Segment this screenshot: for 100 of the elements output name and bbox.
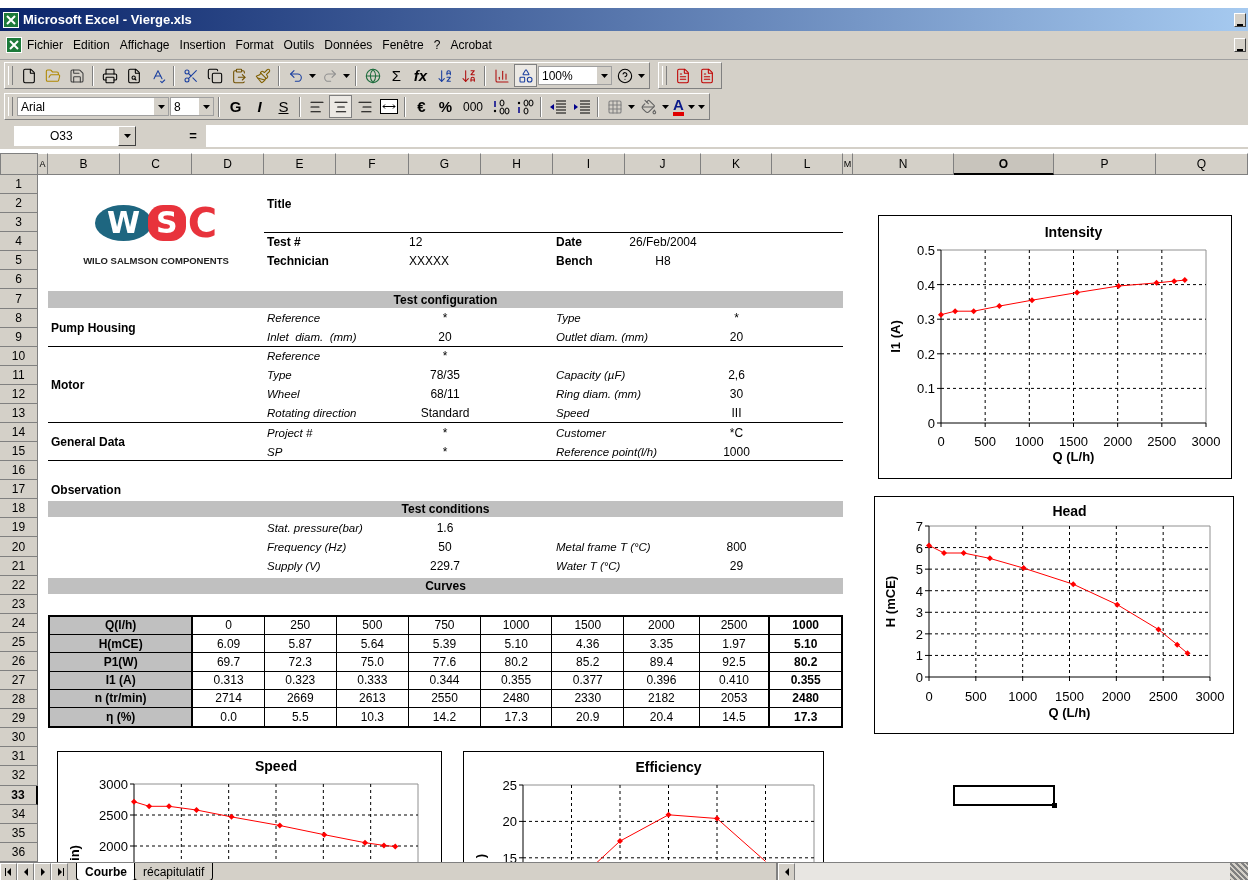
column-header[interactable]: E: [264, 153, 336, 175]
row-header[interactable]: 23: [0, 594, 38, 614]
first-sheet-button[interactable]: [0, 863, 17, 880]
column-header[interactable]: J: [625, 153, 701, 175]
cell-cursor[interactable]: [953, 784, 1055, 806]
font-size-dropdown[interactable]: 8: [170, 97, 214, 116]
minimize-button[interactable]: [1234, 38, 1246, 52]
row-header[interactable]: 12: [0, 384, 38, 404]
row-header[interactable]: 24: [0, 613, 38, 633]
zoom-dropdown[interactable]: 100%: [538, 66, 612, 85]
shapes-button[interactable]: [514, 64, 537, 87]
row-header[interactable]: 8: [0, 308, 38, 328]
row-header[interactable]: 26: [0, 651, 38, 672]
autosum-button[interactable]: Σ: [385, 64, 408, 87]
sheet-tab[interactable]: récapitulatif: [134, 863, 214, 880]
row-header[interactable]: 16: [0, 461, 38, 481]
menu-item[interactable]: Affichage: [114, 36, 175, 54]
column-header[interactable]: O: [954, 153, 1054, 175]
row-header[interactable]: 17: [0, 480, 38, 500]
horizontal-scrollbar[interactable]: [776, 863, 1248, 880]
row-header[interactable]: 5: [0, 251, 38, 271]
bold-button[interactable]: G: [224, 95, 247, 118]
row-header[interactable]: 22: [0, 575, 38, 595]
menu-item[interactable]: Outils: [278, 36, 320, 54]
row-header[interactable]: 13: [0, 403, 38, 423]
row-header[interactable]: 31: [0, 747, 38, 767]
scroll-left-button[interactable]: [778, 863, 795, 880]
next-sheet-button[interactable]: [34, 863, 51, 880]
row-header[interactable]: 1: [0, 175, 38, 195]
select-all-button[interactable]: [0, 153, 38, 175]
column-header[interactable]: K: [701, 153, 772, 175]
menu-item[interactable]: Format: [230, 36, 279, 54]
menu-item[interactable]: ?: [428, 36, 446, 54]
function-button[interactable]: fx: [409, 64, 432, 87]
column-header[interactable]: I: [553, 153, 625, 175]
row-header[interactable]: 35: [0, 823, 38, 843]
row-header[interactable]: 28: [0, 690, 38, 710]
percent-button[interactable]: %: [434, 95, 457, 118]
last-sheet-button[interactable]: [51, 863, 68, 880]
menu-item[interactable]: Edition: [68, 36, 115, 54]
row-header[interactable]: 2: [0, 194, 38, 214]
row-header[interactable]: 30: [0, 728, 38, 748]
italic-button[interactable]: I: [248, 95, 271, 118]
row-header[interactable]: 29: [0, 709, 38, 729]
row-header[interactable]: 18: [0, 499, 38, 519]
row-header[interactable]: 4: [0, 232, 38, 252]
row-header[interactable]: 7: [0, 289, 38, 309]
resize-grip[interactable]: [1230, 863, 1248, 880]
row-header[interactable]: 33: [0, 785, 38, 805]
field-value: *: [441, 348, 449, 366]
sheet-tab[interactable]: Courbe: [76, 863, 136, 880]
column-header[interactable]: A: [38, 153, 48, 175]
column-header[interactable]: H: [481, 153, 553, 175]
menu-item[interactable]: Insertion: [174, 36, 231, 54]
column-header[interactable]: G: [409, 153, 481, 175]
menu-item[interactable]: Fenêtre: [377, 36, 429, 54]
row-header[interactable]: 14: [0, 423, 38, 443]
formula-field[interactable]: [206, 124, 1248, 147]
column-header[interactable]: C: [120, 153, 192, 175]
font-color-button[interactable]: A: [671, 95, 686, 118]
column-header[interactable]: P: [1054, 153, 1156, 175]
row-header[interactable]: 34: [0, 804, 38, 824]
row-header[interactable]: 21: [0, 556, 38, 576]
currency-button[interactable]: €: [410, 95, 433, 118]
minimize-button[interactable]: [1234, 12, 1246, 27]
row-header[interactable]: 20: [0, 537, 38, 557]
row-header[interactable]: 11: [0, 365, 38, 385]
column-header[interactable]: D: [192, 153, 264, 175]
column-header[interactable]: Q: [1156, 153, 1248, 175]
menu-item[interactable]: Données: [319, 36, 378, 54]
table-cell: 5.39: [409, 635, 481, 654]
align-button[interactable]: [329, 95, 352, 118]
chart-panel[interactable]: Speed 3000 2500 2000 in): [57, 751, 442, 862]
field-value: 20: [437, 329, 453, 347]
font-name-dropdown[interactable]: Arial: [17, 97, 169, 116]
first-last-icon: [4, 868, 13, 876]
row-header[interactable]: 25: [0, 632, 38, 652]
row-header[interactable]: 10: [0, 346, 38, 366]
row-header[interactable]: 27: [0, 671, 38, 691]
previous-sheet-button[interactable]: [17, 863, 34, 880]
chart-title: Head: [1052, 503, 1087, 519]
row-header[interactable]: 3: [0, 213, 38, 233]
row-header[interactable]: 19: [0, 518, 38, 538]
row-header[interactable]: 36: [0, 842, 38, 862]
column-header[interactable]: F: [336, 153, 409, 175]
column-header[interactable]: B: [48, 153, 120, 175]
underline-button[interactable]: S: [272, 95, 295, 118]
chart-panel[interactable]: Efficiency 25 20 15 ): [463, 751, 824, 862]
column-header[interactable]: N: [853, 153, 954, 175]
menu-item[interactable]: Fichier: [22, 36, 68, 54]
row-header[interactable]: 6: [0, 270, 38, 290]
thousands-button[interactable]: 000: [458, 95, 488, 118]
line-chart[interactable]: Head 0 1 2 3 4 5 6 7 0 500 1000 1500 2000 2500 3000 Q (L/h) H (mCE): [874, 496, 1234, 734]
row-header[interactable]: 15: [0, 442, 38, 462]
name-box[interactable]: O33: [14, 125, 136, 146]
column-header[interactable]: L: [772, 153, 843, 175]
line-chart[interactable]: Intensity 0 0.1 0.2 0.3 0.4 0.5 0 500 1000 1500 2000 2500 3000 Q (L/h) I1 (A): [878, 215, 1232, 479]
menu-item[interactable]: Acrobat: [445, 36, 497, 54]
row-header[interactable]: 32: [0, 766, 38, 786]
row-header[interactable]: 9: [0, 327, 38, 347]
